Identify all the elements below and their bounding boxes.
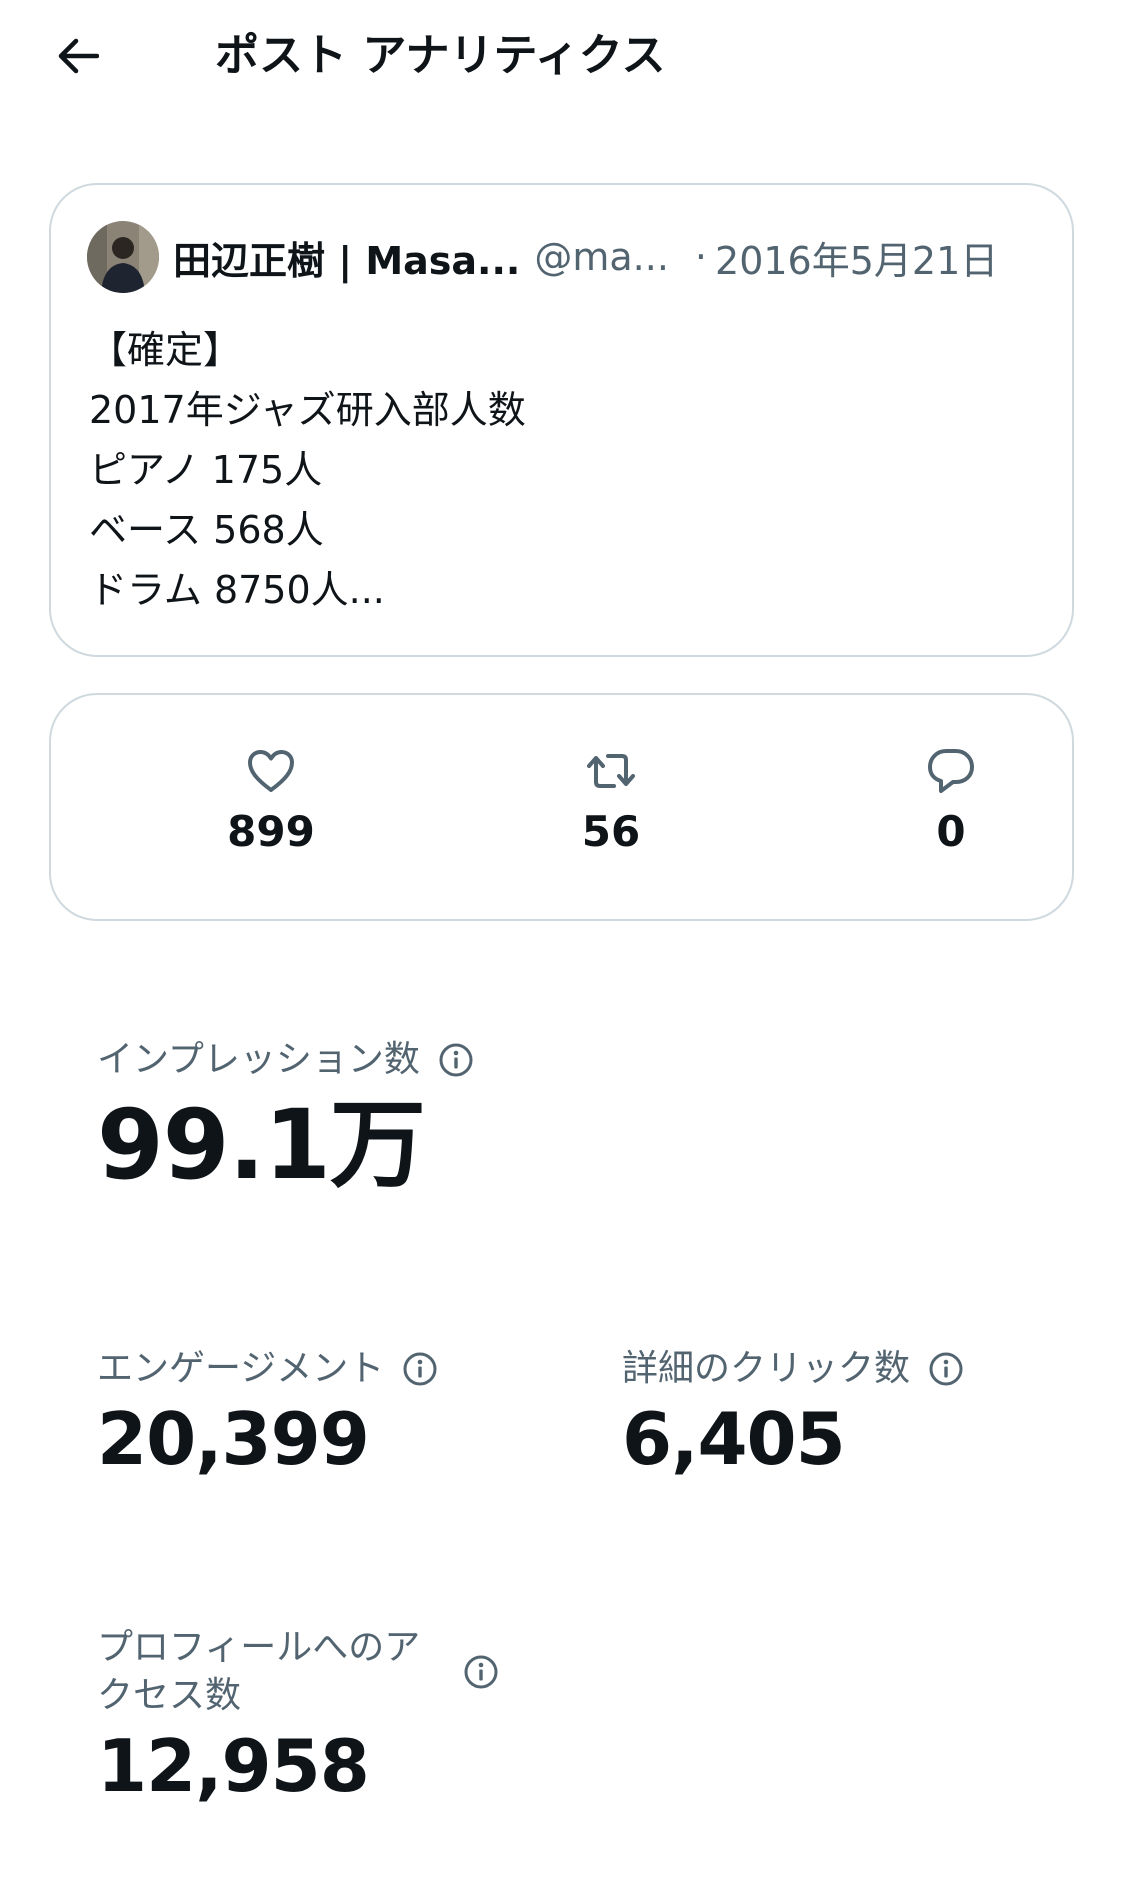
impressions-metric: インプレッション数 99.1万 (97, 1036, 474, 1200)
arrow-left-icon (58, 38, 99, 74)
engagements-metric: エンゲージメント 20,399 (97, 1345, 438, 1481)
repost-count: 56 (581, 807, 641, 856)
post-text-line: 【確定】 (89, 328, 242, 372)
info-icon[interactable] (438, 1042, 474, 1078)
profile-visits-value: 12,958 (97, 1724, 370, 1808)
post-text-line: ベース 568人 (89, 508, 324, 552)
reply-count: 0 (936, 807, 966, 856)
heart-icon (248, 750, 294, 792)
post-text-line: ピアノ 175人 (89, 448, 323, 492)
avatar[interactable] (87, 221, 159, 293)
profile-visits-metric: プロフィールへのアクセス数 12,958 (97, 1624, 499, 1808)
engagement-stats-card: 899 56 0 (49, 693, 1074, 921)
profile-visits-label: プロフィールへのアクセス数 (97, 1627, 421, 1716)
engagements-value: 20,399 (97, 1397, 370, 1481)
separator-dot: · (694, 235, 708, 279)
post-date: 2016年5月21日 (715, 238, 999, 283)
repost-stat: 56 (511, 745, 711, 857)
page-title: ポスト アナリティクス (215, 30, 666, 81)
post-text-line: 2017年ジャズ研入部人数 (89, 388, 526, 432)
post-text-line: ドラム 8750人... (89, 568, 385, 612)
back-button[interactable] (46, 28, 110, 84)
post-header: 田辺正樹 | Masa... @ma... · 2016年5月21日 (87, 221, 1037, 293)
impressions-value: 99.1万 (97, 1089, 426, 1201)
impressions-label: インプレッション数 (97, 1039, 420, 1080)
post-text: 【確定】 2017年ジャズ研入部人数 ピアノ 175人 ベース 568人 ドラム… (89, 320, 1029, 620)
post-card[interactable]: 田辺正樹 | Masa... @ma... · 2016年5月21日 【確定】 … (49, 183, 1074, 657)
info-icon[interactable] (463, 1654, 499, 1690)
author-handle[interactable]: @ma... (534, 235, 669, 279)
repost-icon (587, 754, 635, 788)
info-icon[interactable] (928, 1351, 964, 1387)
detail-clicks-value: 6,405 (622, 1397, 846, 1481)
header-bar: ポスト アナリティクス (0, 0, 1125, 112)
reply-icon (928, 749, 974, 793)
like-count: 899 (227, 807, 315, 856)
author-name[interactable]: 田辺正樹 | Masa... (173, 230, 520, 285)
detail-clicks-label: 詳細のクリック数 (622, 1348, 911, 1389)
detail-clicks-metric: 詳細のクリック数 6,405 (622, 1345, 964, 1481)
like-stat: 899 (171, 745, 371, 857)
reply-stat: 0 (851, 745, 1051, 857)
engagements-label: エンゲージメント (97, 1348, 385, 1389)
info-icon[interactable] (402, 1351, 438, 1387)
